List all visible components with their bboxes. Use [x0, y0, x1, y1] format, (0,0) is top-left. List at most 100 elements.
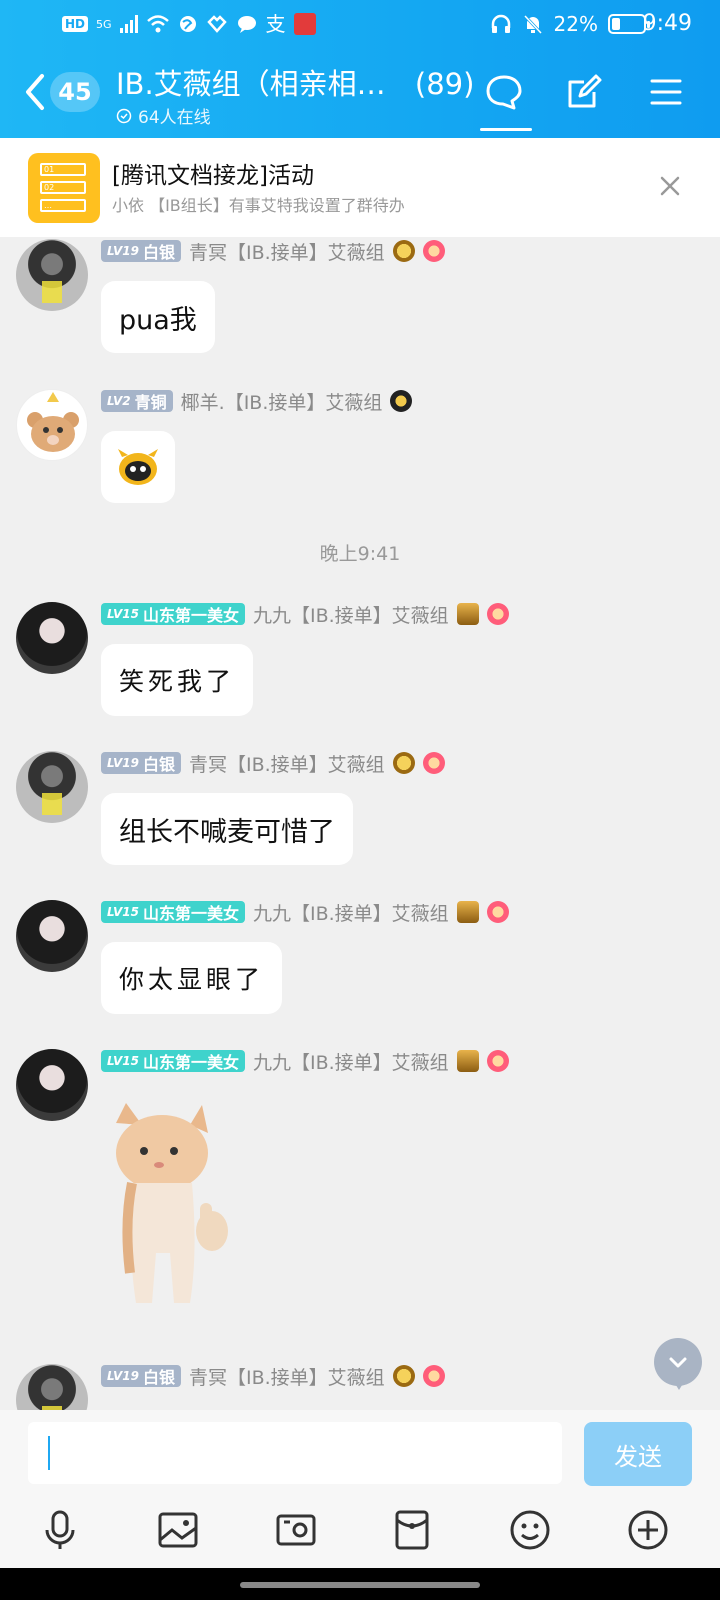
sender-info: LV19 白银 青冥【IB.接单】艾薇组: [101, 750, 445, 777]
sender-nickname[interactable]: 椰羊.【IB.接单】艾薇组: [181, 388, 383, 415]
message-bubble[interactable]: pua我: [101, 281, 215, 353]
level-number: LV19: [107, 756, 139, 770]
crown-medal-icon: [390, 390, 413, 412]
level-number: LV2: [107, 394, 131, 408]
status-bar: HD 5G 支 22% 9:49: [0, 0, 720, 48]
star-medal-icon: [392, 240, 415, 262]
sender-nickname[interactable]: 九九【IB.接单】艾薇组: [253, 899, 449, 926]
sender-info: LV19 白银 青冥【IB.接单】艾薇组: [101, 238, 445, 265]
globe-icon: [179, 16, 196, 32]
hd-badge: HD: [62, 16, 89, 32]
online-count: 64人在线: [138, 108, 211, 128]
app-notification-icon: [293, 13, 316, 35]
text-cursor: [48, 1436, 50, 1470]
level-title: 山东第一美女: [142, 1053, 239, 1072]
level-badge: LV19 白银: [101, 752, 181, 774]
flower-medal-icon: [486, 901, 509, 923]
doc-row-2: 02: [40, 181, 86, 194]
home-indicator[interactable]: [240, 1582, 480, 1588]
battery-icon: [608, 14, 650, 34]
star-medal-icon: [392, 1365, 415, 1387]
banner-subtitle: 小依 【IB组长】有事艾特我设置了群待办: [112, 196, 405, 215]
heart-link-icon: [206, 15, 227, 33]
sender-info: LV15 山东第一美女 九九【IB.接单】艾薇组: [101, 601, 509, 628]
avatar[interactable]: [16, 1049, 88, 1121]
plus-icon[interactable]: [626, 1508, 670, 1552]
crown-medal-icon: [456, 1050, 479, 1072]
level-number: LV15: [107, 1054, 139, 1068]
menu-icon[interactable]: [646, 72, 686, 112]
level-badge: LV19 白银: [101, 240, 181, 262]
group-title[interactable]: IB.艾薇组（相亲相… (89): [116, 66, 474, 102]
doc-row-1: 01: [40, 163, 86, 176]
alipay-icon: 支: [265, 12, 286, 36]
level-title: 白银: [142, 1368, 175, 1387]
flower-medal-icon: [422, 240, 445, 262]
message-bubble[interactable]: 笑死我了: [101, 644, 254, 716]
scroll-to-bottom-button[interactable]: [654, 1338, 702, 1390]
bear-avatar-icon: [27, 392, 79, 452]
crown-medal-icon: [456, 603, 479, 625]
group-todo-banner[interactable]: 01 02 … [腾讯文档接龙]活动 小依 【IB组长】有事艾特我设置了群待办: [0, 138, 720, 237]
level-title: 山东第一美女: [142, 904, 239, 923]
level-number: LV19: [107, 244, 139, 258]
send-button[interactable]: 发送: [584, 1422, 692, 1486]
member-count: (89): [414, 67, 475, 101]
sender-info: LV2 青铜 椰羊.【IB.接单】艾薇组: [101, 388, 413, 415]
flower-medal-icon: [486, 1050, 509, 1072]
avatar[interactable]: [16, 602, 88, 674]
flower-medal-icon: [422, 752, 445, 774]
header: HD 5G 支 22% 9:49 45 IB.艾薇组（相亲相… (89) 64人…: [0, 0, 720, 138]
level-title: 山东第一美女: [142, 606, 239, 625]
chat-icon[interactable]: [484, 72, 524, 112]
microphone-icon[interactable]: [38, 1508, 82, 1552]
unread-count-badge[interactable]: 45: [50, 72, 100, 112]
message-bubble[interactable]: 你太显眼了: [101, 942, 283, 1014]
toolbar: [0, 1498, 720, 1568]
level-badge: LV15 山东第一美女: [101, 1050, 245, 1072]
message-list[interactable]: LV19 白银 青冥【IB.接单】艾薇组 pua我 LV2 青铜 椰羊.【IB.接单…: [0, 237, 720, 1410]
sticker-bubble[interactable]: [101, 431, 175, 503]
active-tab-indicator: [480, 128, 532, 131]
message-input[interactable]: [28, 1422, 562, 1484]
avatar[interactable]: [16, 1364, 88, 1410]
wifi-icon: [146, 15, 169, 33]
sender-nickname[interactable]: 青冥【IB.接单】艾薇组: [189, 238, 385, 265]
camera-icon[interactable]: [274, 1508, 318, 1552]
doc-row-3: …: [40, 199, 86, 212]
image-icon[interactable]: [156, 1508, 200, 1552]
online-status: 64人在线: [116, 103, 211, 128]
emoji-icon[interactable]: [508, 1508, 552, 1552]
check-circle-icon: [116, 108, 132, 123]
group-name: IB.艾薇组（相亲相…: [116, 67, 386, 101]
sender-nickname[interactable]: 九九【IB.接单】艾薇组: [253, 1048, 449, 1075]
signal-icon: [119, 15, 138, 33]
sender-info: LV15 山东第一美女 九九【IB.接单】艾薇组: [101, 899, 509, 926]
avatar[interactable]: [16, 900, 88, 972]
message-bubble[interactable]: 组长不喊麦可惜了: [101, 793, 353, 865]
clock: 9:49: [642, 11, 692, 36]
avatar[interactable]: [16, 751, 88, 823]
level-badge: LV19 白银: [101, 1365, 181, 1387]
star-medal-icon: [392, 752, 415, 774]
sender-nickname[interactable]: 青冥【IB.接单】艾薇组: [189, 1363, 385, 1390]
avatar[interactable]: [16, 389, 88, 461]
bell-muted-icon: [523, 14, 542, 35]
red-packet-icon[interactable]: [390, 1508, 434, 1552]
sender-info: LV15 山东第一美女 九九【IB.接单】艾薇组: [101, 1048, 509, 1075]
level-badge: LV15 山东第一美女: [101, 603, 245, 625]
level-badge: LV15 山东第一美女: [101, 901, 245, 923]
level-number: LV15: [107, 905, 139, 919]
edit-icon[interactable]: [564, 72, 604, 112]
system-nav-bar: [0, 1568, 720, 1600]
cow-emoji-icon: [118, 449, 158, 485]
sender-nickname[interactable]: 青冥【IB.接单】艾薇组: [189, 750, 385, 777]
sender-nickname[interactable]: 九九【IB.接单】艾薇组: [253, 601, 449, 628]
level-badge: LV2 青铜: [101, 390, 173, 412]
close-icon[interactable]: [658, 174, 682, 198]
back-arrow-icon[interactable]: [22, 72, 48, 112]
cat-thumbs-up-sticker[interactable]: [104, 1103, 234, 1339]
level-number: LV15: [107, 607, 139, 621]
message-timestamp: 晚上9:41: [319, 543, 401, 565]
avatar[interactable]: [16, 239, 88, 311]
